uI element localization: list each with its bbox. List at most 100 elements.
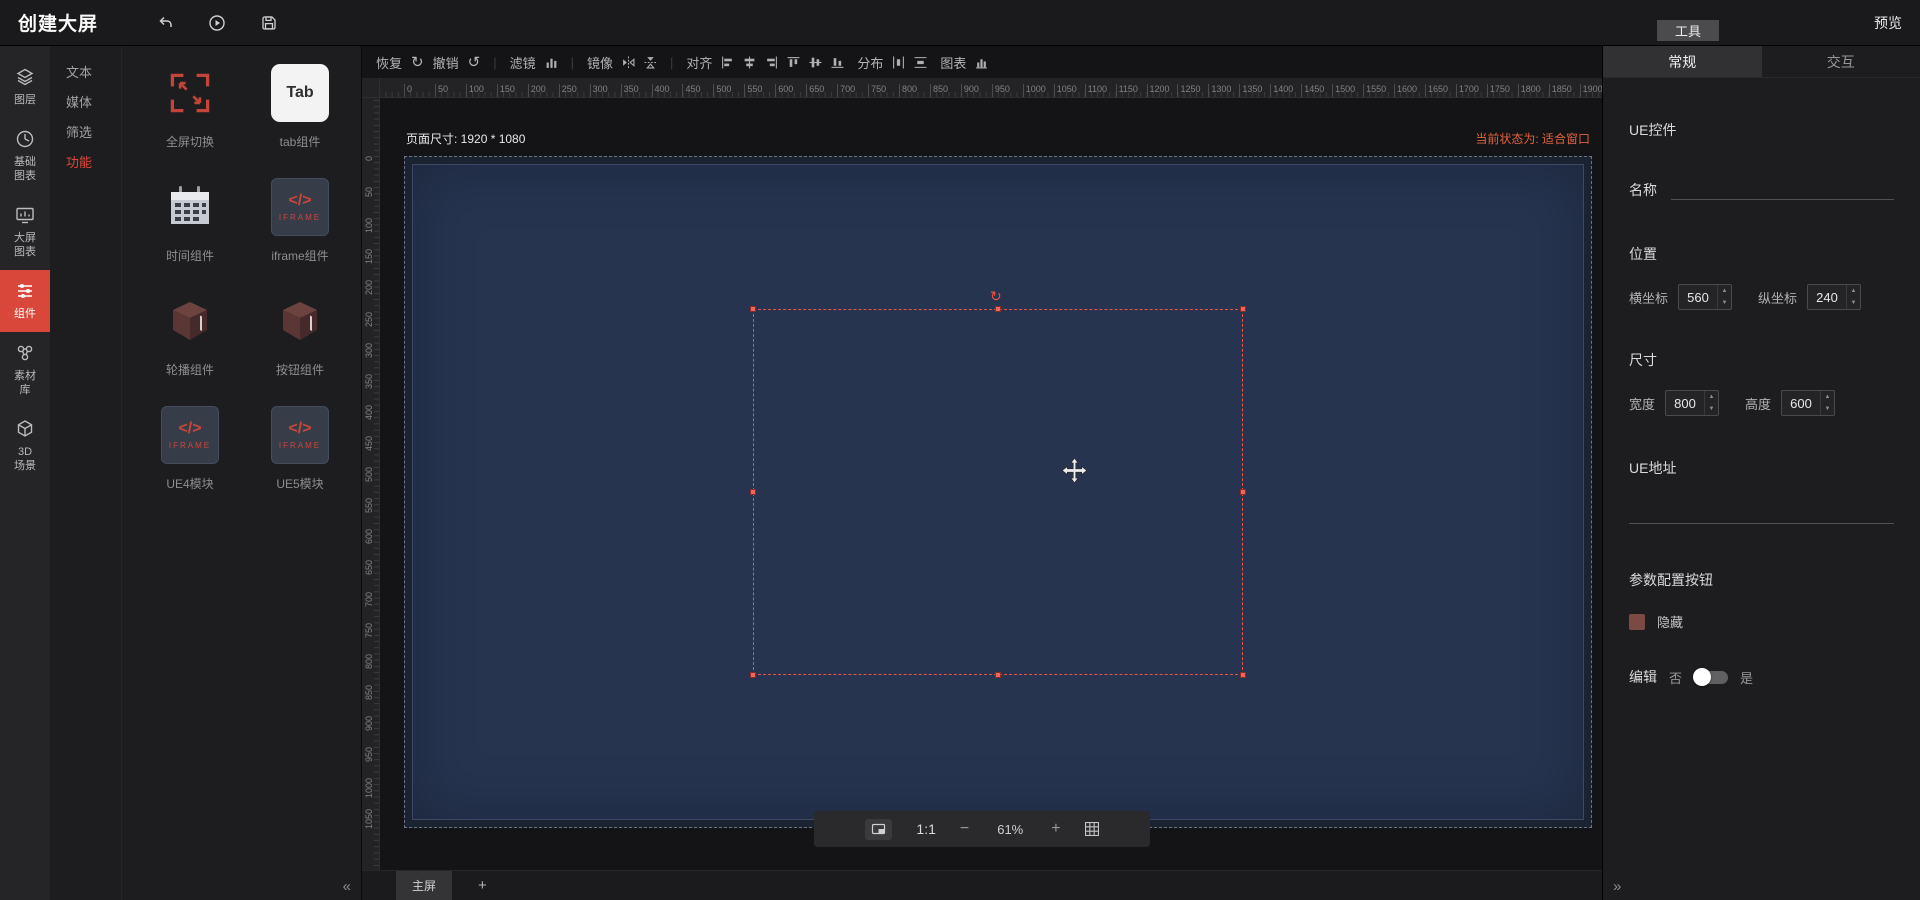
width-step-down-icon[interactable]: ▼ bbox=[1705, 403, 1718, 415]
mirror-horizontal-icon[interactable] bbox=[622, 56, 635, 69]
ruler-tick: 350 bbox=[364, 373, 374, 389]
align-center-vertical-icon[interactable] bbox=[809, 56, 822, 69]
width-step-up-icon[interactable]: ▲ bbox=[1705, 391, 1718, 403]
component-iframe[interactable]: </> IFRAME iframe组件 bbox=[250, 176, 350, 290]
resize-handle-se[interactable] bbox=[1240, 672, 1246, 678]
grid-toggle-button[interactable] bbox=[1084, 822, 1099, 836]
ruler-tick: 1850 bbox=[1548, 84, 1572, 97]
x-input[interactable] bbox=[1679, 285, 1718, 309]
fit-screen-button[interactable] bbox=[865, 818, 893, 840]
ruler-tick: 600 bbox=[775, 84, 793, 97]
redo-icon[interactable]: ↻ bbox=[411, 55, 424, 70]
hide-checkbox[interactable] bbox=[1629, 613, 1645, 630]
zoom-in-button[interactable]: + bbox=[1051, 820, 1060, 838]
component-fullscreen-toggle[interactable]: 全屏切换 bbox=[140, 62, 240, 176]
height-step-down-icon[interactable]: ▼ bbox=[1821, 403, 1834, 415]
resize-handle-w[interactable] bbox=[750, 489, 756, 495]
align-left-icon[interactable] bbox=[721, 56, 734, 69]
add-screen-button[interactable]: + bbox=[478, 877, 487, 894]
category-text[interactable]: 文本 bbox=[50, 58, 121, 88]
distribute-button[interactable]: 分布 bbox=[857, 53, 883, 72]
sidebar-item-components[interactable]: 组件 bbox=[0, 270, 50, 332]
collapse-panel-button[interactable]: « bbox=[343, 878, 351, 895]
y-coordinate-label: 纵坐标 bbox=[1758, 290, 1798, 306]
expand-panel-button[interactable]: » bbox=[1613, 878, 1621, 895]
play-button[interactable] bbox=[208, 14, 226, 32]
tools-tab[interactable]: 工具 bbox=[1657, 20, 1719, 41]
save-icon bbox=[260, 14, 278, 32]
resize-handle-n[interactable] bbox=[995, 306, 1001, 312]
ruler-tick: 50 bbox=[434, 84, 448, 97]
zoom-out-button[interactable]: − bbox=[960, 820, 969, 838]
preview-button[interactable]: 预览 bbox=[1874, 13, 1902, 33]
undo-icon[interactable]: ↺ bbox=[468, 55, 481, 70]
ruler-tick: 1550 bbox=[1363, 84, 1386, 97]
component-tab[interactable]: Tab tab组件 bbox=[250, 62, 350, 176]
top-bar: 创建大屏 预览 bbox=[0, 0, 1920, 46]
component-ue5-module[interactable]: </> IFRAME UE5模块 bbox=[250, 404, 350, 518]
align-button[interactable]: 对齐 bbox=[686, 53, 712, 72]
filter-chart-icon[interactable] bbox=[545, 56, 558, 69]
align-center-horizontal-icon[interactable] bbox=[743, 56, 756, 69]
align-top-icon[interactable] bbox=[787, 56, 800, 69]
sidebar-item-3d-scene[interactable]: 3D场景 bbox=[0, 408, 50, 484]
filter-button[interactable]: 滤镜 bbox=[510, 53, 536, 72]
resize-handle-ne[interactable] bbox=[1240, 306, 1246, 312]
ruler-tick: 950 bbox=[364, 747, 374, 763]
ruler-tick: 100 bbox=[364, 218, 374, 234]
edit-toggle[interactable] bbox=[1693, 667, 1729, 686]
chart-bar-icon[interactable] bbox=[975, 56, 988, 69]
y-step-down-icon[interactable]: ▼ bbox=[1847, 297, 1860, 309]
sidebar-item-layers[interactable]: 图层 bbox=[0, 56, 50, 118]
component-button[interactable]: 按钮组件 bbox=[250, 290, 350, 404]
resize-handle-sw[interactable] bbox=[750, 672, 756, 678]
horizontal-ruler[interactable]: 0 50 100 150 200 250 300 350 400 450 500 550 600 650 7… bbox=[362, 78, 1602, 98]
ruler-tick: 300 bbox=[589, 84, 608, 97]
category-function[interactable]: 功能 bbox=[50, 148, 121, 178]
undo-button[interactable]: 撤销 bbox=[433, 53, 459, 72]
sidebar-item-screen-charts[interactable]: 大屏图表 bbox=[0, 194, 50, 270]
component-time[interactable]: 时间组件 bbox=[140, 176, 240, 290]
tab-interaction[interactable]: 交互 bbox=[1762, 46, 1920, 77]
height-input[interactable] bbox=[1782, 391, 1821, 415]
canvas-status: 当前状态为: 适合窗口 bbox=[1475, 132, 1590, 146]
zoom-1-1-button[interactable]: 1:1 bbox=[916, 821, 935, 837]
distribute-horizontal-icon[interactable] bbox=[892, 56, 905, 69]
height-step-up-icon[interactable]: ▲ bbox=[1821, 391, 1834, 403]
distribute-vertical-icon[interactable] bbox=[914, 56, 927, 69]
sidebar-item-basic-charts[interactable]: 基础图表 bbox=[0, 118, 50, 194]
resize-handle-s[interactable] bbox=[995, 672, 1001, 678]
y-input[interactable] bbox=[1808, 285, 1847, 309]
sidebar-item-material-library[interactable]: 素材库 bbox=[0, 332, 50, 408]
height-field: ▲ ▼ bbox=[1781, 390, 1836, 416]
ruler-tick: 1300 bbox=[1208, 84, 1231, 97]
restore-button[interactable]: 恢复 bbox=[376, 53, 402, 72]
component-ue4-module[interactable]: </> IFRAME UE4模块 bbox=[140, 404, 240, 518]
mirror-vertical-icon[interactable] bbox=[644, 56, 657, 69]
x-step-down-icon[interactable]: ▼ bbox=[1718, 297, 1731, 309]
canvas-area: 恢复 ↻ 撤销 ↺ | 滤镜 | 镜像 | 对齐 分布 图表 0 50 100 … bbox=[362, 46, 1602, 900]
ue4-code-icon: </> IFRAME bbox=[161, 406, 219, 464]
height-label: 高度 bbox=[1745, 396, 1772, 412]
align-bottom-icon[interactable] bbox=[831, 56, 844, 69]
width-input[interactable] bbox=[1666, 391, 1705, 415]
resize-handle-nw[interactable] bbox=[750, 306, 756, 312]
save-button[interactable] bbox=[260, 14, 278, 32]
align-right-icon[interactable] bbox=[765, 56, 778, 69]
x-step-up-icon[interactable]: ▲ bbox=[1718, 285, 1731, 297]
name-input[interactable] bbox=[1671, 176, 1894, 200]
category-media[interactable]: 媒体 bbox=[50, 88, 121, 118]
category-filter[interactable]: 筛选 bbox=[50, 118, 121, 148]
mirror-button[interactable]: 镜像 bbox=[587, 53, 613, 72]
y-step-up-icon[interactable]: ▲ bbox=[1847, 285, 1860, 297]
component-carousel[interactable]: 轮播组件 bbox=[140, 290, 240, 404]
screen-tab-main[interactable]: 主屏 bbox=[396, 870, 452, 900]
resize-handle-e[interactable] bbox=[1240, 489, 1246, 495]
tab-general[interactable]: 常规 bbox=[1603, 46, 1762, 77]
ue-address-input[interactable] bbox=[1629, 500, 1894, 524]
rotate-handle[interactable]: ↻ bbox=[990, 288, 1002, 305]
vertical-ruler[interactable]: 0 50 100 150 200 250 300 350 400 450 500 550 600 650 7… bbox=[362, 98, 380, 870]
selected-element[interactable]: ↻ bbox=[750, 288, 1246, 678]
chart-button[interactable]: 图表 bbox=[940, 53, 966, 72]
back-button[interactable] bbox=[156, 14, 174, 32]
